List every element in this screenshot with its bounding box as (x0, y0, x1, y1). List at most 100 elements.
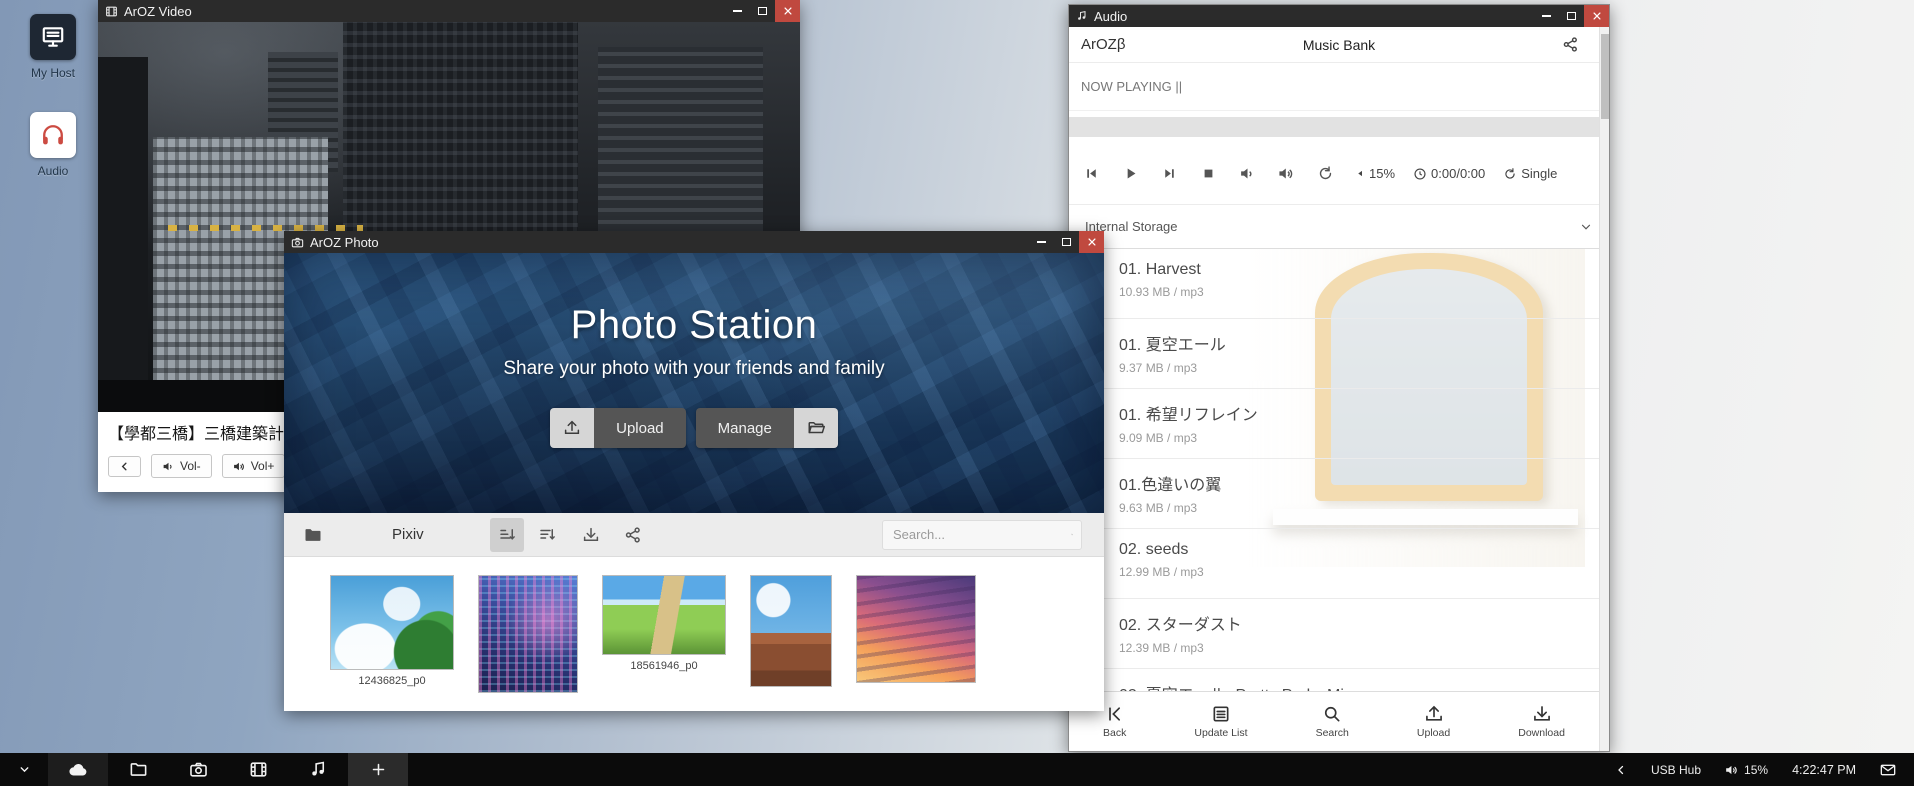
next-track-button[interactable] (1161, 165, 1178, 182)
taskbar-video-button[interactable] (228, 753, 288, 786)
speaker-high-icon (1278, 165, 1295, 182)
sort-desc-icon (538, 526, 556, 544)
photo-grid: 12436825_p0 18561946_p0 (284, 557, 1104, 711)
seek-bar[interactable] (1069, 117, 1609, 137)
close-button[interactable] (775, 0, 800, 22)
track-row[interactable]: 02. スターダスト 12.39 MB / mp3 (1069, 599, 1599, 669)
track-row[interactable]: 01.色違いの翼 9.63 MB / mp3 (1069, 459, 1599, 529)
storage-selector[interactable]: Internal Storage (1069, 205, 1609, 249)
loop-icon (1503, 167, 1517, 181)
scrollbar-track[interactable] (1599, 27, 1609, 751)
photo-item[interactable] (478, 575, 578, 698)
usb-hub-tray-item[interactable]: USB Hub (1651, 763, 1701, 777)
loop-icon (1317, 165, 1334, 182)
photo-thumbnail[interactable] (856, 575, 976, 683)
maximize-icon (1062, 238, 1071, 246)
taskbar-clock[interactable]: 4:22:47 PM (1792, 763, 1856, 777)
volume-down-button[interactable] (1239, 165, 1256, 182)
download-button[interactable]: Download (1518, 704, 1565, 739)
search-button[interactable]: Search (1316, 704, 1349, 739)
maximize-button[interactable] (1054, 231, 1079, 253)
photo-item[interactable] (856, 575, 976, 688)
photo-window: ArOZ Photo Photo Station Share your phot… (284, 231, 1104, 711)
volume-percent-label: 15% (1369, 166, 1395, 181)
volume-up-button[interactable]: Vol+ (222, 454, 286, 478)
chevron-left-icon (1615, 764, 1627, 776)
window-title: Audio (1094, 9, 1534, 24)
volume-percent-label: 15% (1744, 763, 1768, 777)
window-title: ArOZ Video (124, 4, 725, 19)
player-controls: 15% 0:00/0:00 Single (1069, 143, 1609, 205)
maximize-button[interactable] (1559, 5, 1584, 27)
taskbar-add-button[interactable] (348, 753, 408, 786)
volume-tray-item[interactable]: 15% (1725, 763, 1768, 777)
volume-down-button[interactable]: Vol- (151, 454, 212, 478)
photo-thumbnail[interactable] (750, 575, 832, 687)
skip-back-icon (1083, 165, 1100, 182)
download-button[interactable] (574, 518, 608, 552)
close-icon (1087, 237, 1097, 247)
play-mode-toggle[interactable]: Single (1503, 166, 1557, 181)
photo-item[interactable]: 18561946_p0 (602, 575, 726, 672)
upload-button[interactable]: Upload (550, 408, 686, 448)
photo-item[interactable] (750, 575, 832, 692)
messages-tray-button[interactable] (1880, 762, 1896, 778)
track-row[interactable]: 02. seeds 12.99 MB / mp3 (1069, 529, 1599, 599)
minimize-button[interactable] (1029, 231, 1054, 253)
share-button[interactable] (1562, 36, 1579, 53)
volume-up-button[interactable] (1278, 165, 1295, 182)
video-window-titlebar[interactable]: ArOZ Video (98, 0, 800, 22)
minimize-button[interactable] (1534, 5, 1559, 27)
stop-button[interactable] (1200, 165, 1217, 182)
track-row[interactable]: 01. 希望リフレイン 9.09 MB / mp3 (1069, 389, 1599, 459)
photo-toolbar: Pixiv (284, 513, 1104, 557)
desktop-icon-my-host[interactable]: My Host (18, 14, 88, 80)
minimize-button[interactable] (725, 0, 750, 22)
upload-label: Upload (594, 408, 686, 448)
taskbar-files-button[interactable] (108, 753, 168, 786)
photo-thumbnail[interactable] (330, 575, 454, 670)
chevron-left-icon (119, 461, 130, 472)
photo-thumbnail[interactable] (478, 575, 578, 693)
track-row[interactable]: 01. 夏空エール 9.37 MB / mp3 (1069, 319, 1599, 389)
system-tray: USB Hub 15% 4:22:47 PM (1615, 762, 1914, 778)
host-monitor-icon (30, 14, 76, 60)
loop-button[interactable] (1317, 165, 1334, 182)
play-button[interactable] (1122, 165, 1139, 182)
desktop-icon-audio[interactable]: Audio (18, 112, 88, 178)
previous-track-button[interactable] (1083, 165, 1100, 182)
photo-window-titlebar[interactable]: ArOZ Photo (284, 231, 1104, 253)
video-back-button[interactable] (108, 456, 141, 477)
close-button[interactable] (1079, 231, 1104, 253)
manage-button[interactable]: Manage (696, 408, 838, 448)
share-button[interactable] (616, 518, 650, 552)
upload-button[interactable]: Upload (1417, 704, 1450, 739)
folder-up-button[interactable] (296, 518, 330, 552)
film-icon (249, 760, 268, 779)
volume-down-label: Vol- (180, 459, 201, 473)
taskbar-menu-chevron[interactable] (0, 753, 48, 786)
track-row[interactable]: 01. Harvest 10.93 MB / mp3 (1069, 249, 1599, 319)
photo-filename: 12436825_p0 (358, 675, 425, 687)
photo-thumbnail[interactable] (602, 575, 726, 655)
audio-window-titlebar[interactable]: Audio (1069, 5, 1609, 27)
close-button[interactable] (1584, 5, 1609, 27)
tray-expand-chevron[interactable] (1615, 764, 1627, 776)
taskbar-audio-button[interactable] (288, 753, 348, 786)
desktop[interactable]: My Host Audio ArOZ Video (0, 0, 1914, 786)
speaker-low-icon (162, 460, 175, 473)
scrollbar-thumb[interactable] (1601, 34, 1609, 119)
manage-label: Manage (696, 408, 794, 448)
taskbar-photo-button[interactable] (168, 753, 228, 786)
taskbar-cloud-button[interactable] (48, 753, 108, 786)
audio-window-body: ArOZβ Music Bank NOW PLAYING || (1069, 27, 1609, 751)
video-frame-decoration (98, 57, 148, 412)
folder-icon (303, 525, 323, 545)
photo-item[interactable]: 12436825_p0 (330, 575, 454, 687)
update-list-button[interactable]: Update List (1194, 704, 1247, 739)
sort-ascending-button[interactable] (490, 518, 524, 552)
maximize-button[interactable] (750, 0, 775, 22)
search-input[interactable] (891, 526, 1071, 543)
sort-descending-button[interactable] (530, 518, 564, 552)
back-button[interactable]: Back (1103, 704, 1126, 739)
